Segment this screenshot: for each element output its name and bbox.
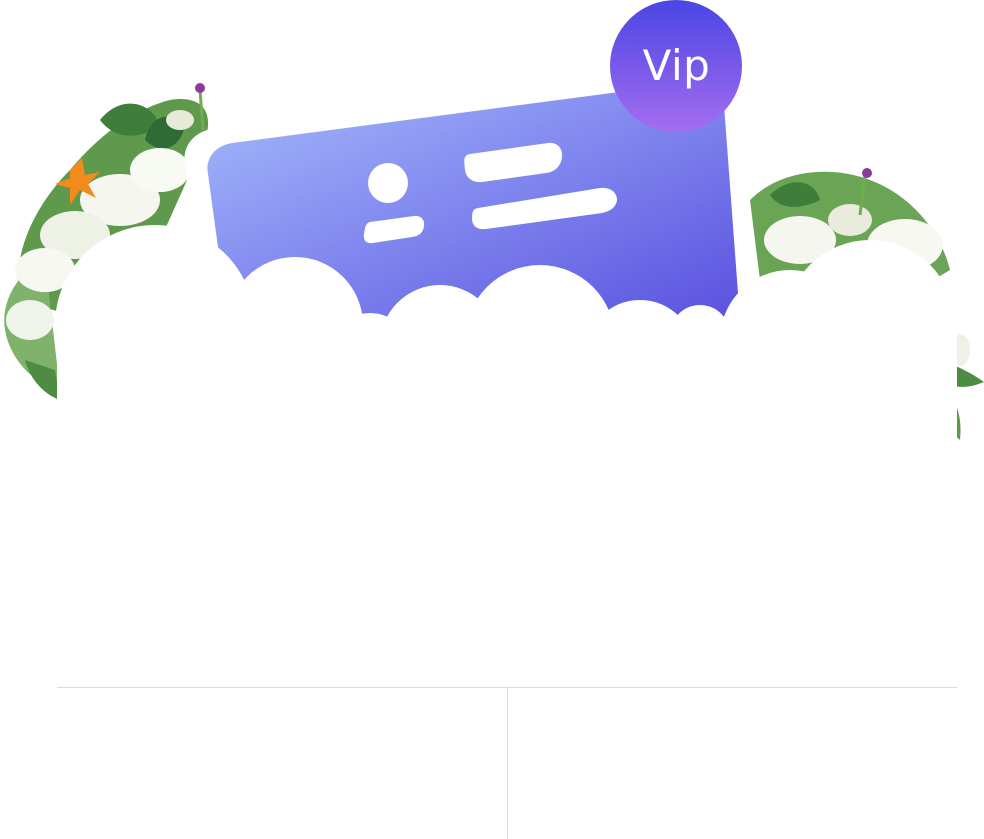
dialog-footer: [57, 687, 957, 839]
vip-dialog: [57, 320, 957, 839]
cancel-button[interactable]: [57, 688, 508, 839]
confirm-button[interactable]: [508, 688, 958, 839]
vip-badge: [610, 0, 742, 132]
vip-popup-screen: Vip: [0, 0, 984, 839]
